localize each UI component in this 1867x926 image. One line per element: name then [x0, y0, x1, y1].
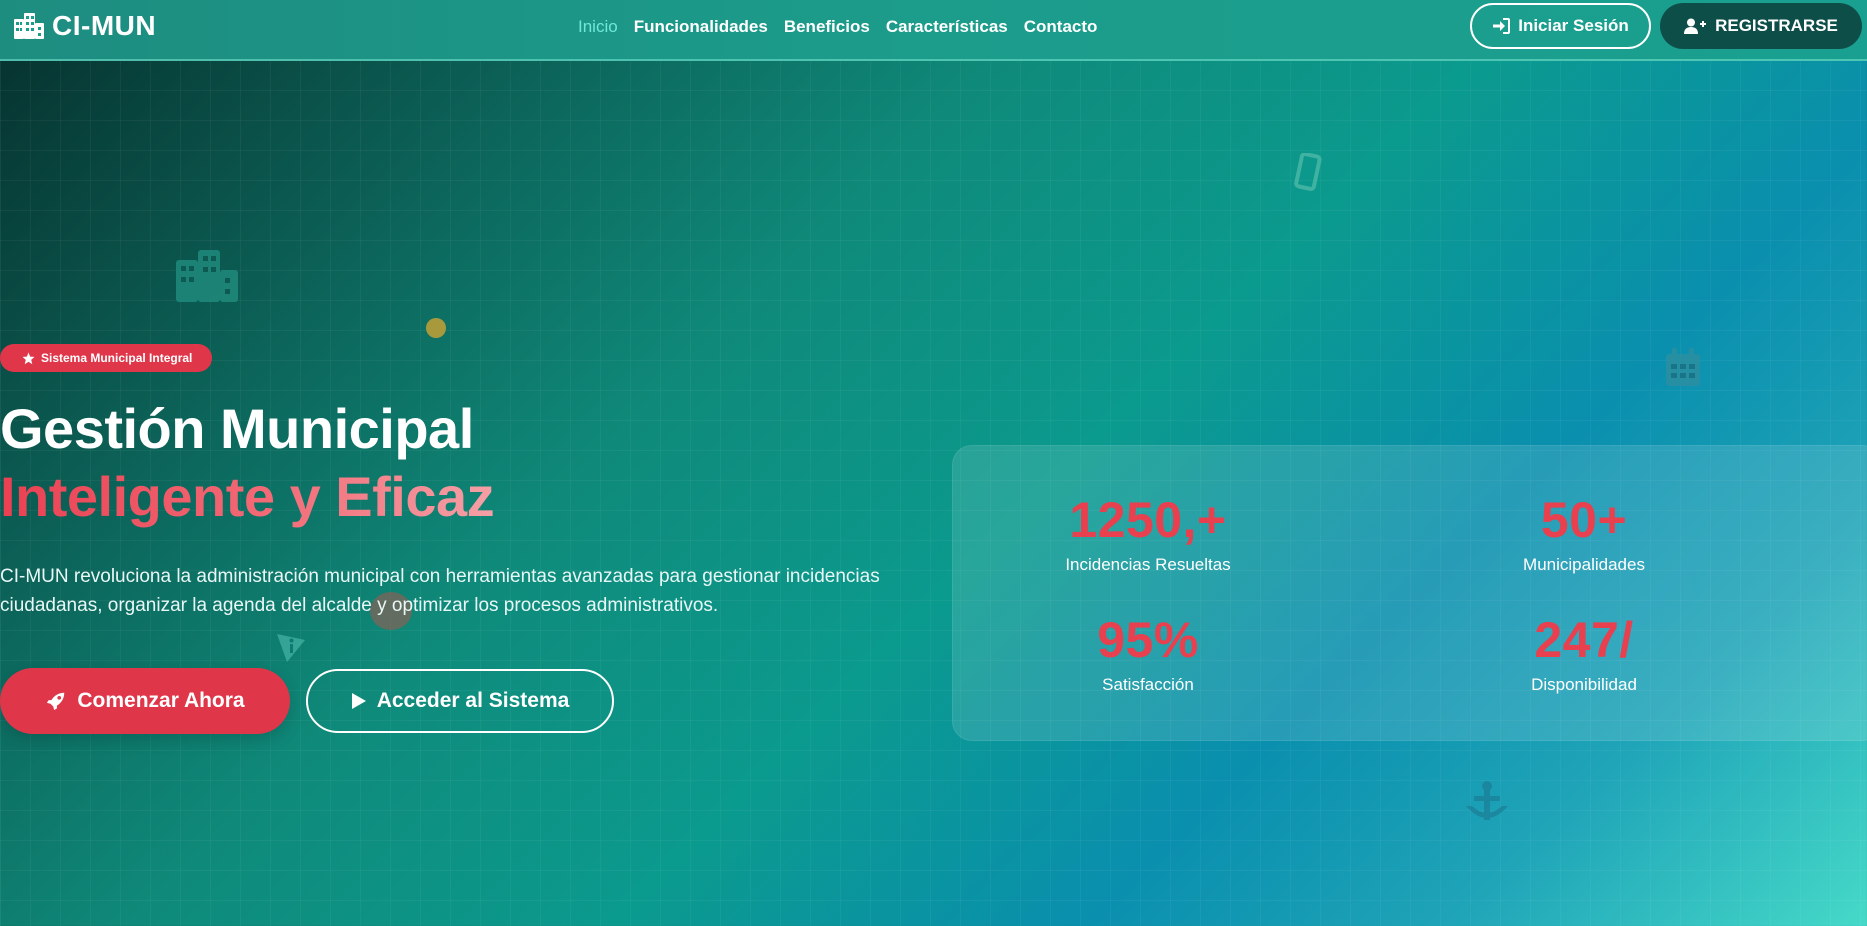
hero-title-line1: Gestión Municipal: [0, 397, 474, 460]
mobile-icon: [1294, 153, 1322, 191]
star-icon: [22, 352, 35, 364]
nav-link-beneficios[interactable]: Beneficios: [784, 17, 870, 37]
play-icon: [351, 693, 366, 709]
nav-link-caracteristicas[interactable]: Características: [886, 17, 1008, 37]
access-system-button[interactable]: Acceder al Sistema: [306, 669, 614, 733]
stat-disponibilidad: 247/ Disponibilidad: [1454, 611, 1714, 695]
stat-label: Disponibilidad: [1531, 675, 1637, 694]
start-button[interactable]: Comenzar Ahora: [0, 668, 290, 734]
login-label: Iniciar Sesión: [1518, 16, 1629, 35]
sign-in-icon: [1493, 18, 1511, 34]
hero-description: CI-MUN revoluciona la administración mun…: [0, 566, 880, 616]
start-label: Comenzar Ahora: [77, 689, 245, 712]
nav-links: Inicio Funcionalidades Beneficios Caract…: [578, 17, 1097, 37]
stat-label: Satisfacción: [1102, 675, 1194, 694]
login-button[interactable]: Iniciar Sesión: [1470, 3, 1651, 49]
stat-satisfaccion: 95% Satisfacción: [1018, 611, 1278, 695]
nav-link-contacto[interactable]: Contacto: [1024, 17, 1098, 37]
brand-logo[interactable]: CI-MUN: [14, 10, 156, 42]
stats-card: 1250,+ Incidencias Resueltas 50+ Municip…: [952, 445, 1867, 741]
hero-title-line2: Inteligente y Eficaz: [0, 465, 495, 528]
calendar-icon: [1666, 348, 1700, 386]
access-label: Acceder al Sistema: [376, 689, 570, 712]
stat-value: 50+: [1540, 492, 1628, 548]
nav-link-funcionalidades[interactable]: Funcionalidades: [634, 17, 768, 37]
brand-name: CI-MUN: [52, 10, 157, 41]
dot-icon: [426, 318, 446, 338]
building-icon: [176, 250, 238, 302]
badge-label: Sistema Municipal Integral: [41, 351, 193, 365]
stat-incidencias: 1250,+ Incidencias Resueltas: [1018, 491, 1278, 575]
nav-link-inicio[interactable]: Inicio: [578, 17, 618, 37]
stat-municipalidades: 50+ Municipalidades: [1454, 491, 1714, 575]
rocket-icon: [47, 692, 65, 711]
register-label: REGISTRARSE: [1715, 16, 1838, 35]
info-icon: [277, 634, 305, 662]
navbar: CI-MUN Inicio Funcionalidades Beneficios…: [0, 0, 1867, 61]
stat-value: 247/: [1534, 612, 1634, 668]
anchor-icon: [1466, 781, 1508, 820]
register-button[interactable]: REGISTRARSE: [1660, 3, 1862, 49]
stat-label: Municipalidades: [1523, 555, 1645, 574]
user-plus-icon: [1684, 18, 1707, 34]
building-icon: [14, 13, 44, 39]
stat-value: 1250,+: [1069, 492, 1227, 548]
hero-badge: Sistema Municipal Integral: [0, 344, 213, 372]
stat-value: 95%: [1097, 612, 1199, 668]
stat-label: Incidencias Resueltas: [1065, 555, 1231, 574]
